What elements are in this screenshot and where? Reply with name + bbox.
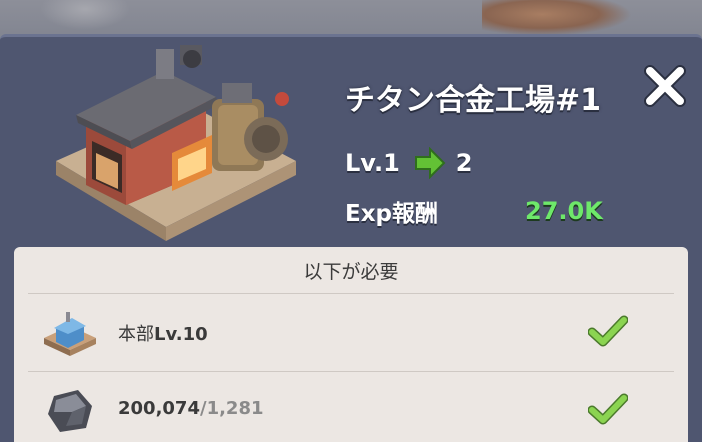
arrow-right-icon — [414, 147, 446, 179]
building-title: チタン合金工場#1 — [345, 83, 602, 118]
requirements-panel: 以下が必要 本部Lv.10 200,074/1,281 — [14, 247, 688, 442]
exp-value: 27.0K — [525, 197, 603, 225]
scene-logs — [482, 0, 632, 36]
exp-label: Exp報酬 — [345, 201, 439, 227]
upgrade-dialog: チタン合金工場#1 Lv.1 2 Exp報酬 27.0K 以下が必要 本部Lv.… — [0, 34, 702, 442]
headquarters-icon — [44, 312, 96, 356]
requirement-text: 本部Lv.10 — [118, 320, 208, 346]
checkmark-icon — [588, 315, 628, 347]
resource-have: 200,074 — [118, 398, 200, 419]
exp-reward: Exp報酬 27.0K — [345, 193, 603, 229]
requirements-header: 以下が必要 — [303, 260, 399, 283]
next-level: 2 — [455, 149, 473, 177]
requirement-name: 本部 — [118, 324, 154, 345]
close-icon[interactable] — [640, 61, 690, 111]
level-change: Lv.1 2 — [345, 145, 473, 181]
building-icon — [56, 45, 296, 241]
requirement-level: Lv.10 — [154, 324, 208, 345]
checkmark-icon — [588, 393, 628, 425]
scene-rock — [40, 0, 130, 30]
requirement-row: 200,074/1,281 — [28, 371, 674, 442]
resource-separator: / — [199, 398, 207, 419]
resource-amount: 200,074/1,281 — [118, 398, 264, 419]
current-level: Lv.1 — [345, 149, 400, 177]
requirement-row: 本部Lv.10 — [28, 293, 674, 371]
titanium-ore-icon — [48, 390, 92, 432]
resource-need: 1,281 — [206, 398, 264, 419]
